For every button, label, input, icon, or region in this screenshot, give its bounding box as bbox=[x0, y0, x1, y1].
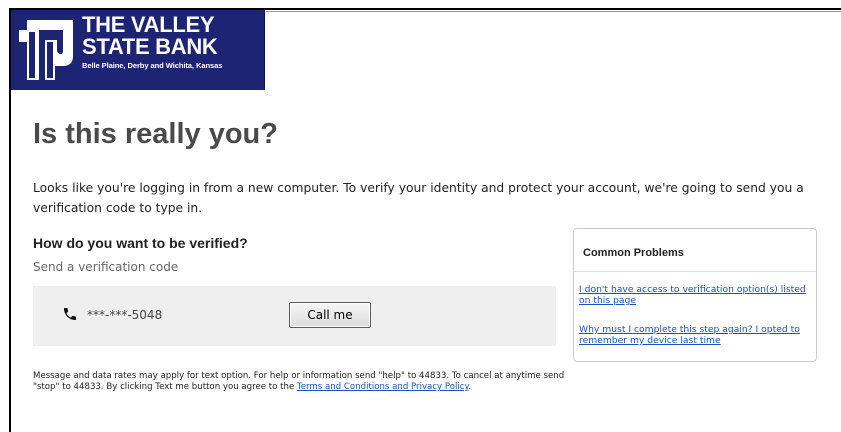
bank-name-line2: STATE BANK bbox=[82, 34, 218, 59]
bank-monogram-icon bbox=[19, 20, 73, 80]
header: THE VALLEY STATE BANK Belle Plaine, Derb… bbox=[11, 10, 841, 90]
terms-privacy-link[interactable]: Terms and Conditions and Privacy Policy bbox=[297, 382, 468, 392]
why-verify-again-link[interactable]: Why must I complete this step again? I o… bbox=[579, 324, 815, 346]
bank-logo-text: THE VALLEY STATE BANK Belle Plaine, Derb… bbox=[82, 12, 223, 71]
no-access-verification-link[interactable]: I don't have access to verification opti… bbox=[579, 284, 815, 306]
panel-divider bbox=[574, 271, 816, 272]
masked-phone-number: ***-***-5048 bbox=[87, 308, 163, 322]
bank-name-line1: THE VALLEY bbox=[82, 12, 215, 37]
header-rule bbox=[266, 11, 841, 12]
verification-subheading: Send a verification code bbox=[33, 260, 179, 274]
phone-icon bbox=[64, 308, 76, 320]
intro-text: Looks like you're logging in from a new … bbox=[33, 181, 804, 215]
disclaimer-text: Message and data rates may apply for tex… bbox=[33, 371, 573, 393]
common-problems-heading: Common Problems bbox=[583, 247, 684, 259]
page-title: Is this really you? bbox=[33, 118, 278, 150]
call-me-button[interactable]: Call me bbox=[289, 302, 371, 328]
page-frame: THE VALLEY STATE BANK Belle Plaine, Derb… bbox=[9, 8, 841, 432]
verification-option-phone: ***-***-5048 Call me bbox=[33, 286, 556, 346]
verification-heading: How do you want to be verified? bbox=[33, 235, 248, 251]
disclaimer-end: . bbox=[468, 382, 472, 392]
bank-locations: Belle Plaine, Derby and Wichita, Kansas bbox=[82, 61, 223, 70]
bank-logo: THE VALLEY STATE BANK Belle Plaine, Derb… bbox=[11, 10, 265, 90]
common-problems-panel: Common Problems I don't have access to v… bbox=[573, 228, 817, 362]
